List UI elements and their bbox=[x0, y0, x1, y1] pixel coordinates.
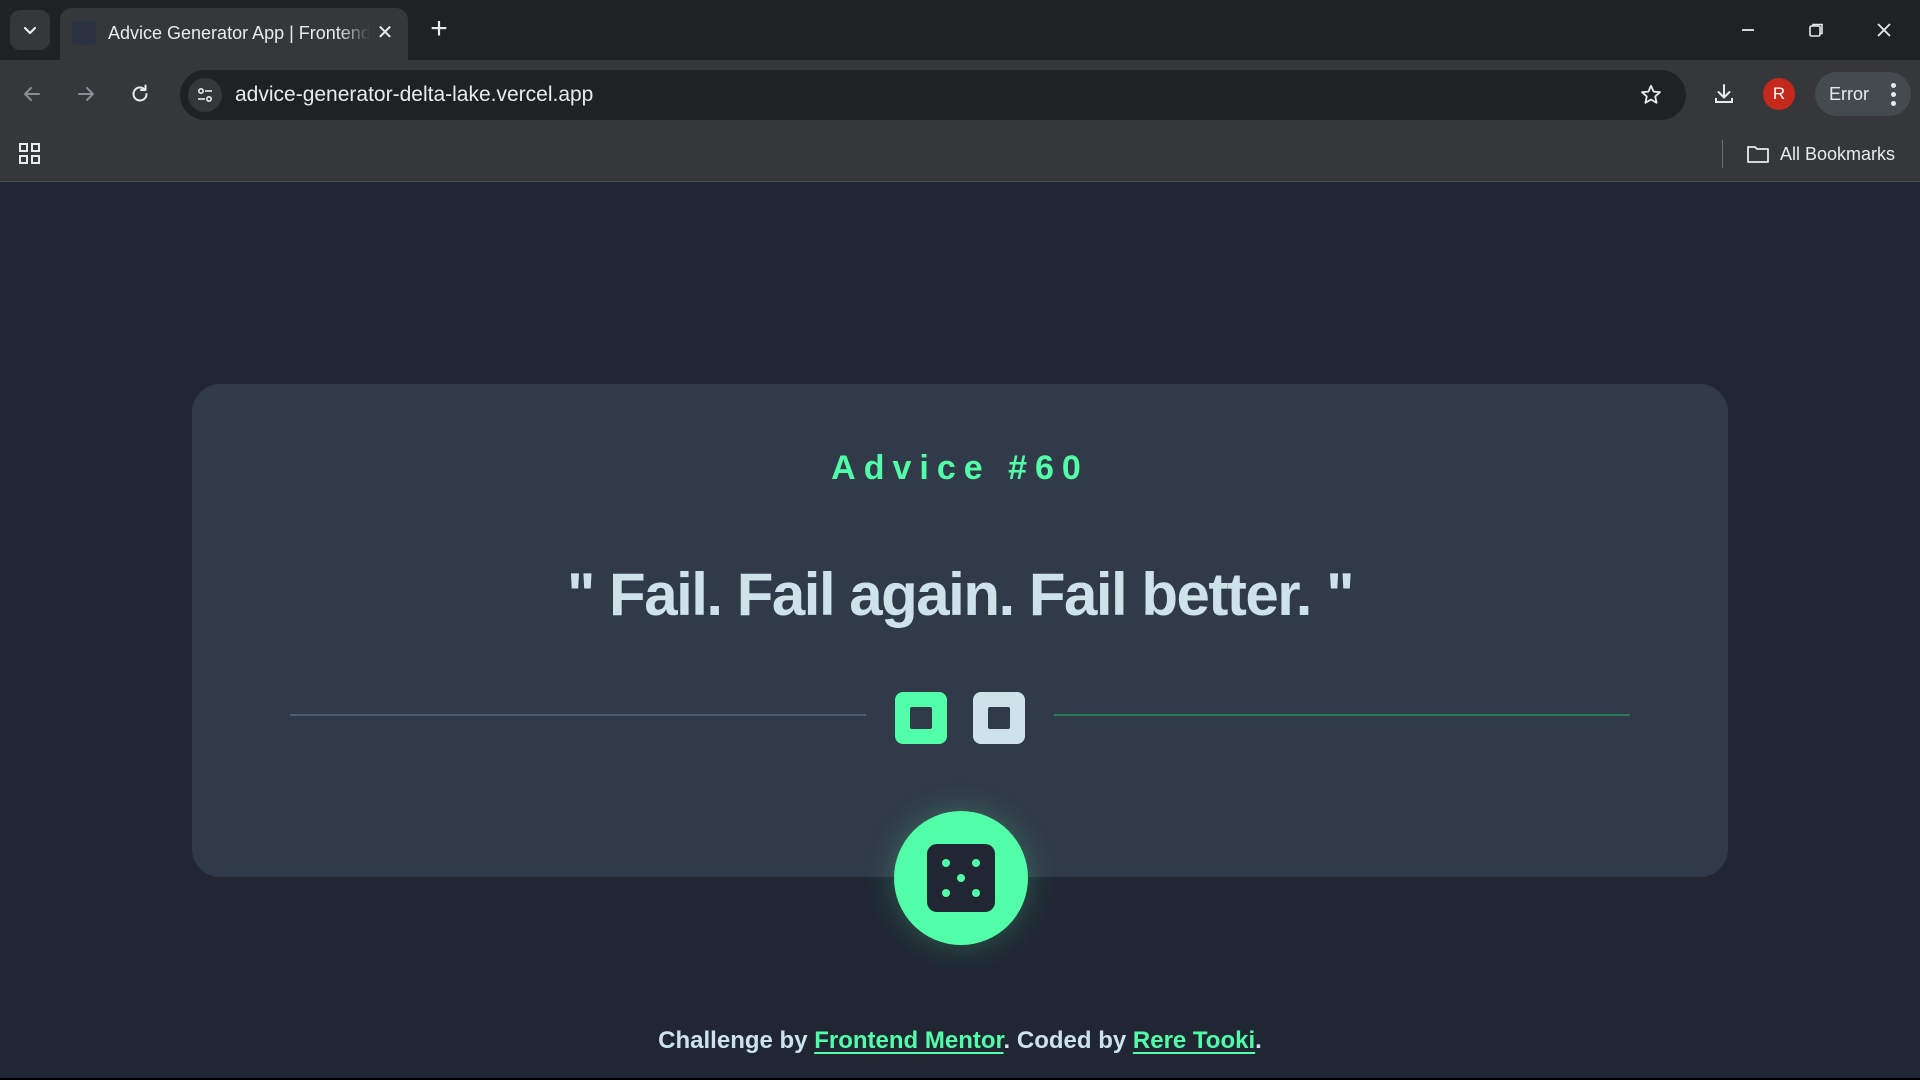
close-tab-icon[interactable]: ✕ bbox=[374, 22, 396, 44]
advice-quote: " Fail. Fail again. Fail better. " bbox=[566, 561, 1355, 628]
chevron-down-icon bbox=[23, 26, 37, 35]
active-tab[interactable]: Advice Generator App | Frontend Mentor ✕ bbox=[60, 8, 408, 60]
browser-toolbar: advice-generator-delta-lake.vercel.app R… bbox=[0, 60, 1920, 128]
close-window-icon[interactable] bbox=[1866, 12, 1902, 48]
footer-suffix: . bbox=[1255, 1027, 1262, 1054]
back-icon[interactable] bbox=[14, 76, 50, 112]
footer-prefix: Challenge by bbox=[658, 1027, 815, 1054]
folder-icon bbox=[1747, 146, 1769, 163]
url-text[interactable]: advice-generator-delta-lake.vercel.app bbox=[235, 82, 593, 108]
bookmarks-divider bbox=[1722, 140, 1723, 168]
tab-title: Advice Generator App | Frontend Mentor bbox=[108, 23, 370, 43]
pause-square-icon bbox=[973, 692, 1025, 744]
advice-number: Advice #60 bbox=[831, 449, 1089, 487]
profile-avatar[interactable]: R bbox=[1763, 78, 1795, 110]
address-bar[interactable]: advice-generator-delta-lake.vercel.app bbox=[180, 70, 1686, 120]
frontend-mentor-link[interactable]: Frontend Mentor bbox=[814, 1027, 1003, 1054]
status-label: Error bbox=[1829, 84, 1869, 104]
page-viewport: Advice #60 " Fail. Fail again. Fail bett… bbox=[0, 182, 1920, 1080]
tab-strip: Advice Generator App | Frontend Mentor ✕… bbox=[0, 0, 1920, 60]
advice-card: Advice #60 " Fail. Fail again. Fail bett… bbox=[192, 384, 1728, 945]
reload-icon[interactable] bbox=[122, 76, 158, 112]
new-tab-button[interactable]: + bbox=[424, 12, 454, 48]
bookmarks-bar: All Bookmarks bbox=[0, 128, 1920, 182]
attribution-footer: Challenge by Frontend Mentor. Coded by R… bbox=[0, 1026, 1920, 1056]
minimize-icon[interactable] bbox=[1730, 12, 1766, 48]
dice-icon bbox=[927, 844, 995, 912]
profile-status-pill[interactable]: Error bbox=[1815, 72, 1911, 116]
divider-line-left bbox=[290, 714, 866, 716]
all-bookmarks-label: All Bookmarks bbox=[1780, 143, 1896, 164]
download-icon[interactable] bbox=[1706, 76, 1742, 112]
author-link[interactable]: Rere Tooki bbox=[1133, 1027, 1255, 1054]
pause-square-icon bbox=[895, 692, 947, 744]
generate-advice-button[interactable] bbox=[894, 811, 1028, 945]
kebab-menu-icon[interactable] bbox=[1881, 80, 1905, 108]
footer-middle: . Coded by bbox=[1003, 1027, 1133, 1054]
dice-favicon-icon bbox=[72, 21, 96, 45]
forward-icon[interactable] bbox=[68, 76, 104, 112]
star-icon[interactable] bbox=[1636, 80, 1666, 110]
tab-search-button[interactable] bbox=[10, 10, 50, 50]
restore-icon[interactable] bbox=[1798, 12, 1834, 48]
all-bookmarks-button[interactable]: All Bookmarks bbox=[1746, 140, 1895, 168]
apps-icon[interactable] bbox=[16, 140, 44, 168]
site-info-icon[interactable] bbox=[188, 78, 222, 112]
divider-line-right bbox=[1054, 714, 1630, 716]
